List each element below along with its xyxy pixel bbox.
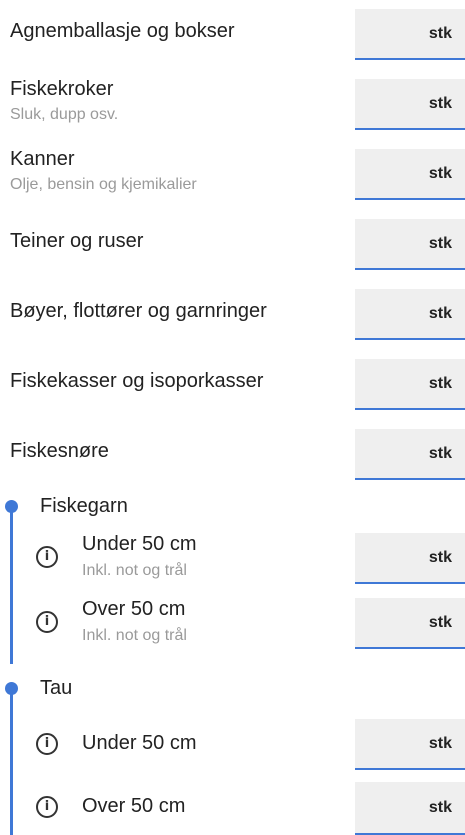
unit-label: stk xyxy=(428,374,452,392)
unit-label: stk xyxy=(428,94,452,112)
quantity-input[interactable]: stk xyxy=(355,598,465,649)
quantity-input[interactable]: stk xyxy=(355,429,465,480)
item-label: Fiskekasser og isoporkasser xyxy=(10,370,264,392)
unit-label: stk xyxy=(428,734,452,752)
item-sublabel: Sluk, dupp osv. xyxy=(10,106,119,123)
item-sublabel: Inkl. not og trål xyxy=(82,627,187,644)
item-label: Fiskekroker xyxy=(10,78,114,100)
unit-label: stk xyxy=(428,304,452,322)
list-item-fiskekroker: Fiskekroker Sluk, dupp osv. stk xyxy=(0,70,465,140)
info-icon[interactable]: i xyxy=(36,611,58,633)
unit-label: stk xyxy=(428,798,452,816)
item-label: Fiskesnøre xyxy=(10,440,109,462)
item-label: Over 50 cm xyxy=(82,795,186,817)
info-icon[interactable]: i xyxy=(36,546,58,568)
quantity-input[interactable]: stk xyxy=(355,79,465,130)
unit-label: stk xyxy=(428,234,452,252)
list-item-teiner: Teiner og ruser stk xyxy=(0,210,465,280)
item-label: Under 50 cm xyxy=(82,533,197,555)
list-item-fiskegarn-over-50: i Over 50 cm Inkl. not og trål stk xyxy=(0,590,465,660)
quantity-input[interactable]: stk xyxy=(355,719,465,770)
list-item-kanner: Kanner Olje, bensin og kjemikalier stk xyxy=(0,140,465,210)
quantity-input[interactable]: stk xyxy=(355,149,465,200)
list-item-tau-under-50: i Under 50 cm stk xyxy=(0,716,465,776)
item-label: Under 50 cm xyxy=(82,732,197,754)
item-label: Bøyer, flottører og garnringer xyxy=(10,300,267,322)
info-icon[interactable]: i xyxy=(36,796,58,818)
unit-label: stk xyxy=(428,164,452,182)
quantity-input[interactable]: stk xyxy=(355,219,465,270)
item-label: Teiner og ruser xyxy=(10,230,144,252)
item-label: Over 50 cm xyxy=(82,598,186,620)
quantity-input[interactable]: stk xyxy=(355,782,465,835)
list-item-fiskegarn-under-50: i Under 50 cm Inkl. not og trål stk xyxy=(0,527,465,597)
quantity-input[interactable]: stk xyxy=(355,533,465,584)
unit-label: stk xyxy=(428,444,452,462)
list-item-boyer: Bøyer, flottører og garnringer stk xyxy=(0,280,465,350)
item-sublabel: Olje, bensin og kjemikalier xyxy=(10,176,197,193)
unit-label: stk xyxy=(428,613,452,631)
quantity-input[interactable]: stk xyxy=(355,359,465,410)
list-item-fiskekasser: Fiskekasser og isoporkasser stk xyxy=(0,350,465,420)
group-title-fiskegarn: Fiskegarn xyxy=(40,495,128,517)
info-icon[interactable]: i xyxy=(36,733,58,755)
group-title-tau: Tau xyxy=(40,677,73,699)
quantity-input[interactable]: stk xyxy=(355,9,465,60)
quantity-input[interactable]: stk xyxy=(355,289,465,340)
list-item-agnemballasje: Agnemballasje og bokser stk xyxy=(0,0,465,70)
list-item-fiskesnore: Fiskesnøre stk xyxy=(0,420,465,490)
item-label: Agnemballasje og bokser xyxy=(10,20,235,42)
unit-label: stk xyxy=(428,548,452,566)
list-item-tau-over-50: i Over 50 cm stk xyxy=(0,776,465,835)
item-sublabel: Inkl. not og trål xyxy=(82,562,187,579)
item-label: Kanner xyxy=(10,148,75,170)
unit-label: stk xyxy=(428,24,452,42)
